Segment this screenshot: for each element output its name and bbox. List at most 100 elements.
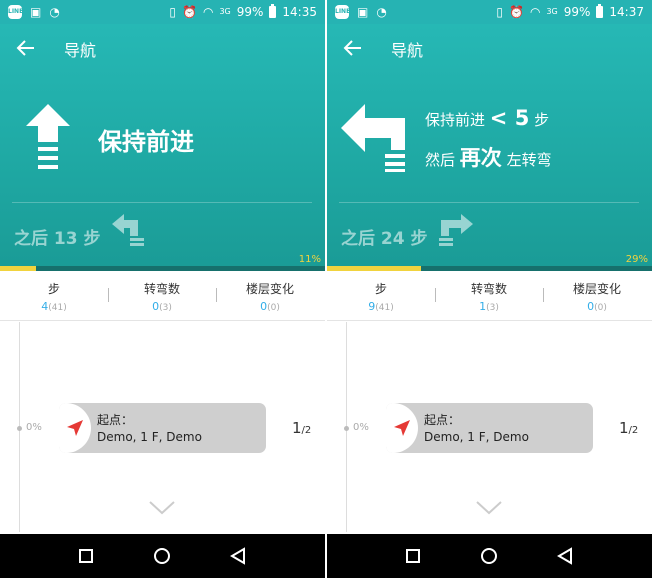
stat-label: 转弯数	[143, 282, 180, 296]
page-total: /2	[628, 425, 639, 436]
stat-steps: 步 9(41)	[327, 274, 435, 313]
wifi-icon: ◠	[202, 5, 214, 19]
chevron-down-icon[interactable]	[475, 500, 503, 516]
line-app-icon: LINE	[335, 5, 350, 19]
clock-time: 14:37	[609, 5, 644, 19]
instruction-action: 左转弯	[506, 151, 552, 169]
navigation-pointer-icon	[394, 420, 410, 436]
stat-floors: 楼层变化 0(0)	[216, 274, 324, 313]
instruction-line-1: 保持前进 < 5 步	[425, 106, 549, 130]
instruction-text: 保持前进	[98, 128, 194, 156]
stat-total: (0)	[594, 303, 607, 313]
start-point-card[interactable]: 起点： Demo, 1 F, Demo	[386, 403, 593, 453]
battery-icon	[596, 4, 604, 18]
image-icon: ▣	[357, 5, 369, 19]
square-icon[interactable]	[72, 542, 100, 570]
page-title: 导航	[64, 41, 97, 60]
card-location: Demo, 1 F, Demo	[424, 430, 529, 444]
alarm-icon: ⏰	[509, 5, 524, 19]
progress-fill	[0, 266, 36, 271]
arrow-left-icon[interactable]	[14, 36, 38, 60]
progress-percent: 29%	[625, 254, 648, 265]
stat-total: (41)	[48, 303, 67, 313]
triangle-back-icon[interactable]	[551, 542, 579, 570]
stat-total: (3)	[159, 303, 172, 313]
stat-turns: 转弯数 0(3)	[108, 274, 216, 313]
phone-screen-1: LINE ▣ ◔ ▯ ⏰ ◠ 3G 99% 14:35 导航 保持前进 之后 1…	[0, 0, 325, 578]
stat-turns: 转弯数 1(3)	[435, 274, 543, 313]
image-icon: ▣	[30, 5, 42, 19]
stat-total: (0)	[267, 303, 280, 313]
timeline-marker	[17, 426, 22, 431]
instruction-unit: 步	[534, 111, 550, 129]
circle-icon[interactable]	[475, 542, 503, 570]
start-point-card[interactable]: 起点： Demo, 1 F, Demo	[59, 403, 266, 453]
timeline-percent: 0%	[353, 422, 369, 433]
stats-bar: 步 9(41) 转弯数 1(3) 楼层变化 0(0)	[327, 274, 652, 321]
next-step-text: 之后 24 步	[341, 229, 428, 249]
stat-floors: 楼层变化 0(0)	[543, 274, 651, 313]
timeline-percent: 0%	[26, 422, 42, 433]
wifi-icon: ◠	[529, 5, 541, 19]
instruction-text: 然后	[425, 151, 456, 169]
stats-bar: 步 4(41) 转弯数 0(3) 楼层变化 0(0)	[0, 274, 325, 321]
triangle-back-icon[interactable]	[224, 542, 252, 570]
page-total: /2	[301, 425, 312, 436]
progress-percent: 11%	[298, 254, 321, 265]
wifi-question-icon: ◔	[49, 5, 60, 19]
progress-bar	[0, 266, 325, 271]
status-bar: LINE ▣ ◔ ▯ ⏰ ◠ 3G 99% 14:37	[327, 0, 652, 24]
instruction-distance: < 5	[489, 106, 530, 130]
stat-label: 步	[374, 282, 387, 296]
navigation-header: 导航 保持前进 之后 13 步	[0, 24, 325, 270]
stat-label: 步	[47, 282, 60, 296]
card-icon-badge	[59, 403, 91, 453]
clock-time: 14:35	[282, 5, 317, 19]
timeline-marker	[344, 426, 349, 431]
arrow-turn-left-icon	[341, 104, 405, 172]
card-icon-badge	[386, 403, 418, 453]
stat-label: 楼层变化	[572, 282, 621, 296]
arrow-turn-right-icon	[439, 214, 473, 246]
circle-icon[interactable]	[148, 542, 176, 570]
battery-percent: 99%	[236, 5, 264, 19]
progress-bar	[327, 266, 652, 271]
stat-label: 转弯数	[470, 282, 507, 296]
stat-total: (41)	[375, 303, 394, 313]
divider	[12, 202, 312, 203]
stat-total: (3)	[486, 303, 499, 313]
square-icon[interactable]	[399, 542, 427, 570]
system-nav-bar	[327, 534, 652, 578]
status-bar: LINE ▣ ◔ ▯ ⏰ ◠ 3G 99% 14:35	[0, 0, 325, 24]
line-app-icon: LINE	[8, 5, 23, 19]
alarm-icon: ⏰	[182, 5, 197, 19]
wifi-question-icon: ◔	[376, 5, 387, 19]
arrow-left-icon[interactable]	[341, 36, 365, 60]
instruction-text: 保持前进	[425, 111, 486, 129]
battery-icon	[269, 4, 277, 18]
arrow-turn-left-icon	[112, 214, 144, 246]
battery-percent: 99%	[563, 5, 591, 19]
chevron-down-icon[interactable]	[148, 500, 176, 516]
next-step-text: 之后 13 步	[14, 229, 101, 249]
arrow-up-steps-icon	[26, 104, 70, 169]
card-title: 起点：	[424, 413, 461, 427]
navigation-pointer-icon	[67, 420, 83, 436]
page-indicator: 1/2	[619, 419, 638, 437]
navigation-header: 导航 保持前进 < 5 步 然后 再次 左转弯 之后 24 步	[327, 24, 652, 270]
divider	[339, 202, 639, 203]
vibrate-icon: ▯	[169, 5, 176, 19]
page-current: 1	[292, 419, 302, 437]
phone-screen-2: LINE ▣ ◔ ▯ ⏰ ◠ 3G 99% 14:37 导航 保持前进 < 5	[327, 0, 652, 578]
signal-icon: 3G	[219, 7, 231, 16]
stat-label: 楼层变化	[245, 282, 294, 296]
signal-icon: 3G	[546, 7, 558, 16]
instruction-emphasis: 再次	[459, 146, 502, 170]
instruction-line-2: 然后 再次 左转弯	[425, 142, 552, 172]
card-location: Demo, 1 F, Demo	[97, 430, 202, 444]
stat-steps: 步 4(41)	[0, 274, 108, 313]
vibrate-icon: ▯	[496, 5, 503, 19]
system-nav-bar	[0, 534, 325, 578]
page-indicator: 1/2	[292, 419, 311, 437]
page-current: 1	[619, 419, 629, 437]
